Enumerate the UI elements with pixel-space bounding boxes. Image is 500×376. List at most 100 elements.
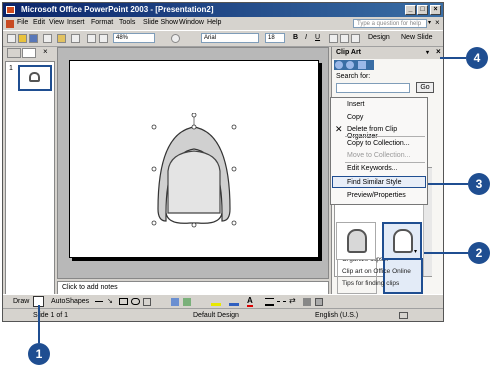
arrow-style-icon[interactable]: ⇄ [289,296,296,305]
go-button[interactable]: Go [416,82,434,93]
clip-dropdown-icon[interactable]: ▾ [414,248,417,255]
help-icon[interactable] [171,34,180,43]
ctx-move-to-collection: Move to Collection... [347,152,411,159]
close-button[interactable]: × [430,5,441,15]
line-icon[interactable] [95,301,103,302]
clip-art-online-link[interactable]: Clip art on Office Online [342,268,411,275]
ctx-preview-properties[interactable]: Preview/Properties [347,192,406,199]
clip-thumb-2[interactable]: ▾ [382,222,422,260]
callout-3-line [428,183,468,185]
clipart-shape[interactable] [150,113,238,229]
ctx-copy[interactable]: Copy [347,114,363,121]
chart-icon[interactable] [99,34,108,43]
align-center-icon[interactable] [340,34,349,43]
design-button[interactable]: Design [368,34,390,41]
thumbnail-clipart [29,72,40,82]
new-icon[interactable] [7,34,16,43]
align-right-icon[interactable] [351,34,360,43]
ctx-find-similar-style[interactable]: Find Similar Style [347,179,401,186]
clip-result-2[interactable] [383,258,423,294]
menu-tools[interactable]: Tools [119,19,135,26]
bold-button[interactable]: B [293,34,298,41]
doc-icon [6,20,14,28]
back-icon[interactable] [335,61,343,69]
dash-style-icon[interactable] [277,301,286,303]
slide-thumbnail-pane: 1 [5,61,55,299]
line-style-icon[interactable] [265,298,274,306]
fill-color-icon[interactable] [211,298,221,306]
oval-icon[interactable] [131,298,140,305]
help-search-input[interactable]: Type a question for help [353,19,427,28]
open-icon[interactable] [18,34,27,43]
font-size-combo[interactable]: 18 [265,33,285,43]
picture-icon[interactable] [183,298,191,306]
font-color-icon[interactable]: A [247,296,253,307]
home-icon[interactable] [358,61,366,69]
save-icon[interactable] [29,34,38,43]
maximize-button[interactable]: □ [417,5,428,15]
ctx-edit-keywords[interactable]: Edit Keywords... [347,165,398,172]
clip-result-1[interactable] [337,258,377,294]
menu-view[interactable]: View [49,19,64,26]
ctx-insert[interactable]: Insert [347,101,365,108]
font-combo[interactable]: Arial [201,33,259,43]
search-input[interactable] [336,83,410,93]
text-box-icon[interactable] [143,298,151,306]
menu-slide-show[interactable]: Slide Show [143,19,178,26]
task-pane-menu-icon[interactable]: ▾ [426,47,429,59]
rectangle-icon[interactable] [119,298,128,305]
clip-thumb-2-shape [393,229,413,253]
menu-window[interactable]: Window [179,19,204,26]
status-design: Default Design [193,312,239,319]
underline-button[interactable]: U [315,34,320,41]
ctx-separator-2 [345,162,425,163]
clipart-icon[interactable] [171,298,179,306]
delete-icon: ✕ [335,124,343,134]
print-icon[interactable] [43,34,52,43]
zoom-combo[interactable]: 48% [113,33,155,43]
slide[interactable] [69,60,319,258]
outline-slides-tabs: × [5,47,57,59]
clip-pair-overlay: ▾ [334,222,426,262]
callout-4: 4 [466,47,488,69]
clip-context-menu: Insert Copy ✕ Delete from Clip Organizer… [330,97,428,205]
menu-edit[interactable]: Edit [33,19,45,26]
menu-bar: File Edit View Insert Format Tools Slide… [3,17,443,30]
task-pane-title: Clip Art [336,49,362,56]
slides-tab[interactable] [22,48,36,58]
search-for-label: Search for: [336,73,371,80]
menu-format[interactable]: Format [91,19,113,26]
slide-thumbnail[interactable] [18,65,52,91]
format-painter-icon[interactable] [57,34,66,43]
ctx-delete[interactable]: Delete from Clip Organizer [347,126,427,140]
clip-thumb-1[interactable] [336,222,376,260]
forward-icon[interactable] [346,61,354,69]
task-pane-nav [334,60,374,70]
window-title: Microsoft Office PowerPoint 2003 - [Pres… [21,5,214,14]
draw-menu[interactable]: Draw [13,298,29,305]
status-bar: Slide 1 of 1 Default Design English (U.S… [3,308,443,321]
line-color-icon[interactable] [229,298,239,306]
undo-icon[interactable] [71,34,80,43]
minimize-button[interactable]: _ [405,5,416,15]
menu-help[interactable]: Help [207,19,221,26]
standard-toolbar: 48% Arial 18 B I U Design New Slide [3,30,443,47]
3d-icon[interactable] [315,298,323,306]
ctx-copy-to-collection[interactable]: Copy to Collection... [347,140,410,147]
menu-insert[interactable]: Insert [67,19,85,26]
tips-finding-clips-link[interactable]: Tips for finding clips [342,280,399,287]
italic-button[interactable]: I [305,34,307,41]
outline-tab[interactable] [7,48,21,58]
shadow-icon[interactable] [303,298,311,306]
close-doc-icon[interactable]: × [435,18,440,27]
new-slide-button[interactable]: New Slide [401,34,433,41]
menu-file[interactable]: File [17,19,28,26]
dropdown-icon[interactable]: ▾ [428,19,431,26]
table-icon[interactable] [87,34,96,43]
callout-3: 3 [468,173,490,195]
align-left-icon[interactable] [329,34,338,43]
autoshapes-menu[interactable]: AutoShapes [51,298,89,305]
close-pane-icon[interactable]: × [43,47,48,56]
title-bar: Microsoft Office PowerPoint 2003 - [Pres… [3,3,443,17]
arrow-icon[interactable]: ↘ [107,297,113,305]
